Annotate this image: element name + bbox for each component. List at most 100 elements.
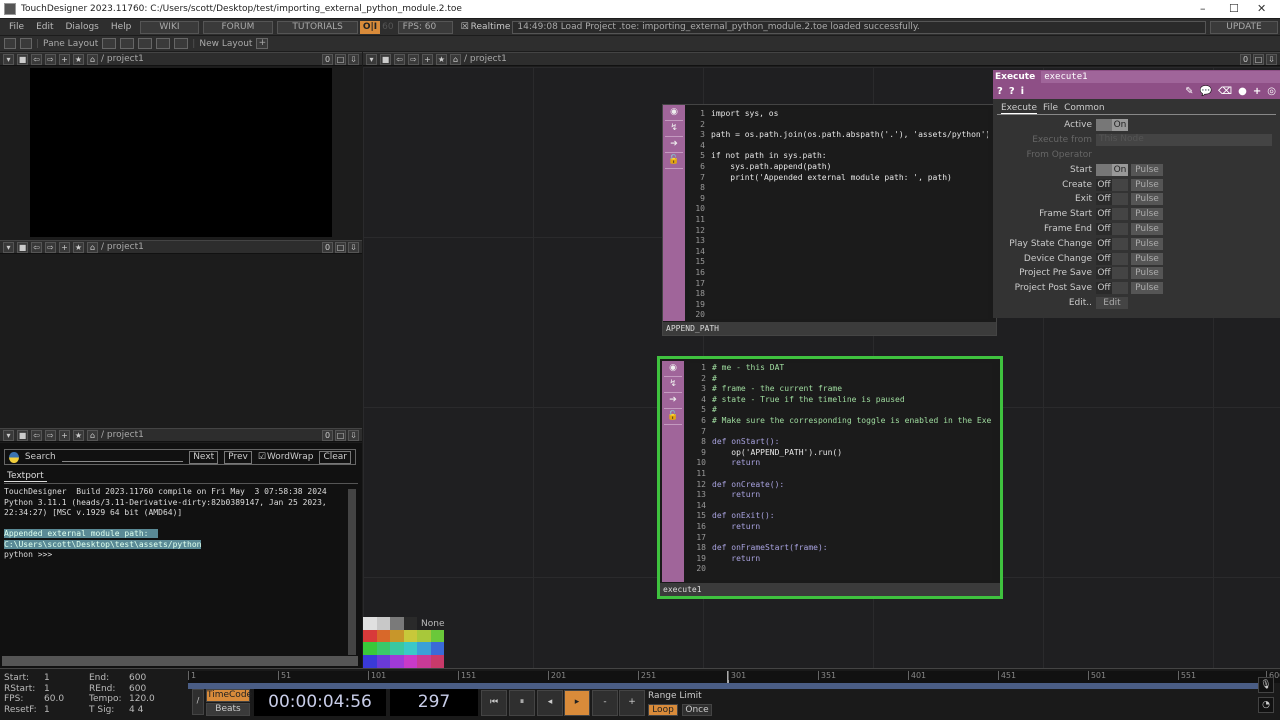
layout-split-h[interactable] <box>138 38 153 49</box>
rend-value[interactable]: 600 <box>129 684 169 695</box>
viewer-pane[interactable] <box>30 68 332 237</box>
param-toggle[interactable]: Off <box>1096 193 1128 206</box>
next-button[interactable]: Next <box>189 450 219 464</box>
pane-down-icon[interactable]: ⇩ <box>348 241 359 253</box>
horizontal-scrollbar[interactable] <box>2 656 358 666</box>
forward-icon[interactable]: ⇨ <box>45 241 56 253</box>
pane-path[interactable]: / project1 <box>101 54 144 64</box>
step-back-button[interactable]: - <box>592 690 618 716</box>
back-icon[interactable]: ⇦ <box>31 53 42 65</box>
dat-append-path[interactable]: ◉ ↯ ➔ 🔓 1 import sys, os 2 3 path = os.path.joi… <box>662 104 997 336</box>
back-icon[interactable]: ⇦ <box>31 241 42 253</box>
tutorials-button[interactable]: TUTORIALS <box>277 20 358 34</box>
param-toggle[interactable]: Off <box>1096 252 1128 265</box>
comment-icon[interactable]: 💬 <box>1200 86 1212 97</box>
pane-path[interactable]: / project1 <box>101 430 144 440</box>
pulse-button[interactable]: Pulse <box>1131 193 1163 206</box>
palette-color-swatch[interactable] <box>390 629 404 643</box>
palette-color-swatch[interactable] <box>363 655 377 668</box>
loop-button[interactable]: Loop <box>648 704 678 716</box>
palette-color-swatch[interactable] <box>403 629 417 643</box>
beats-button[interactable]: Beats <box>206 703 250 716</box>
play-forward-button[interactable]: ▸ <box>564 690 590 716</box>
node-name[interactable]: execute1 <box>660 583 1000 596</box>
palette-color-swatch[interactable] <box>363 642 377 655</box>
execute-from-dropdown[interactable]: This Node <box>1096 134 1272 147</box>
forward-icon[interactable]: ⇨ <box>408 53 419 65</box>
python-help-icon[interactable]: ? <box>1009 86 1015 97</box>
palette-color-swatch[interactable] <box>390 655 404 668</box>
dat-execute1[interactable]: ◉ ↯ ➔ 🔓 1 # me - this DAT 2 #3 # frame - the cu… <box>657 356 1003 599</box>
once-button[interactable]: Once <box>682 704 712 716</box>
wiki-button[interactable]: WIKI <box>140 20 199 34</box>
palette-color-swatch[interactable] <box>390 642 404 655</box>
pane-path[interactable]: / project1 <box>464 54 507 64</box>
forward-icon[interactable]: ⇨ <box>45 429 56 441</box>
perform-mode-toggle[interactable]: O|I <box>359 20 381 34</box>
home-icon[interactable]: ⌂ <box>87 241 98 253</box>
fps-value[interactable]: 60.0 <box>44 694 89 705</box>
param-toggle[interactable]: Off <box>1096 267 1128 280</box>
edit-button[interactable]: Edit <box>1096 296 1128 309</box>
timeline-ruler[interactable]: 151101151201251301351401451501551600 <box>188 671 1280 683</box>
param-toggle[interactable]: Off <box>1096 178 1128 191</box>
help-icon[interactable]: ? <box>997 86 1003 97</box>
add-icon[interactable]: + <box>1253 86 1261 97</box>
menu-file[interactable]: File <box>4 22 29 32</box>
lock-icon[interactable]: 🔓 <box>665 155 683 169</box>
step-forward-button[interactable]: + <box>619 690 645 716</box>
param-toggle[interactable]: Off <box>1096 237 1128 250</box>
frame-display[interactable]: 297 <box>390 689 478 716</box>
code-view[interactable]: 1 import sys, os 2 3 path = os.path.join(os.… <box>689 109 988 319</box>
star-icon[interactable]: ★ <box>73 429 84 441</box>
display-flag-icon[interactable]: ➔ <box>665 139 683 153</box>
forum-button[interactable]: FORUM <box>202 20 274 34</box>
menu-edit[interactable]: Edit <box>31 22 58 32</box>
pane-menu-icon[interactable]: ▾ <box>3 241 14 253</box>
pane-down-icon[interactable]: ⇩ <box>348 429 359 441</box>
pane-path[interactable]: / project1 <box>101 242 144 252</box>
viewer-icon[interactable] <box>4 38 16 49</box>
pane-menu-icon[interactable]: ▾ <box>366 53 377 65</box>
layout-four[interactable] <box>174 38 189 49</box>
tab-common[interactable]: Common <box>1064 103 1105 114</box>
param-toggle[interactable]: Off <box>1096 282 1128 295</box>
resetf-value[interactable]: 1 <box>44 705 89 716</box>
pulse-button[interactable]: Pulse <box>1131 267 1163 280</box>
palette-color-swatch[interactable] <box>417 629 431 643</box>
palette-color-swatch[interactable] <box>390 617 404 630</box>
palette-color-swatch[interactable] <box>376 617 390 630</box>
pulse-button[interactable]: Pulse <box>1131 163 1163 176</box>
minimize-button[interactable]: – <box>1200 2 1206 15</box>
palette-color-swatch[interactable] <box>430 629 444 643</box>
viewer-active-icon[interactable]: ◉ <box>665 107 683 121</box>
palette-color-swatch[interactable] <box>403 655 417 668</box>
palette-color-swatch[interactable] <box>417 655 431 668</box>
pulse-button[interactable]: Pulse <box>1131 282 1163 295</box>
palette-color-swatch[interactable] <box>376 655 390 668</box>
layout-single[interactable] <box>102 38 117 49</box>
add-icon[interactable]: + <box>422 53 433 65</box>
pane-menu-icon[interactable]: ▾ <box>3 429 14 441</box>
star-icon[interactable]: ★ <box>73 53 84 65</box>
palette-color-swatch[interactable] <box>376 642 390 655</box>
clear-button[interactable]: Clear <box>319 450 351 464</box>
timecode-display[interactable]: 00:00:04:56 <box>254 689 386 716</box>
rewind-button[interactable]: ⏮ <box>481 690 507 716</box>
pane-down-icon[interactable]: ⇩ <box>1266 53 1277 65</box>
wordwrap-checkbox[interactable]: ☑ <box>258 452 266 462</box>
eraser-icon[interactable]: ⌫ <box>1218 86 1232 97</box>
maximize-button[interactable]: ☐ <box>1229 2 1239 15</box>
python-icon[interactable]: ● <box>1238 86 1247 97</box>
layout-three[interactable] <box>156 38 171 49</box>
lock-icon[interactable]: 🔓 <box>664 411 682 425</box>
pane-stop-icon[interactable]: ■ <box>17 53 28 65</box>
timecode-button[interactable]: TimeCode <box>206 689 252 702</box>
palette-color-swatch[interactable] <box>376 629 390 643</box>
home-icon[interactable]: ⌂ <box>87 429 98 441</box>
realtime-icon[interactable]: ◔ <box>1258 697 1274 713</box>
rstart-value[interactable]: 1 <box>44 684 89 695</box>
timeline-toggle[interactable]: / <box>192 689 204 715</box>
pulse-button[interactable]: Pulse <box>1131 237 1163 250</box>
add-icon[interactable]: + <box>59 53 70 65</box>
